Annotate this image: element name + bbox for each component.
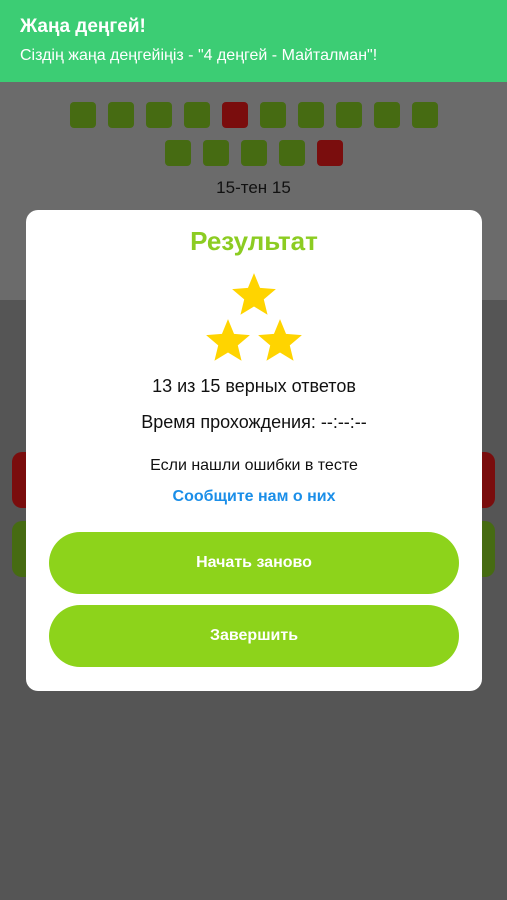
notification-message: Сіздің жаңа деңгейіңіз - "4 деңгей - Май… [20, 47, 378, 64]
progress-square-correct [183, 102, 210, 128]
score-text: 13 из 15 верных ответов [152, 376, 356, 396]
star-icon [258, 319, 302, 361]
report-errors-prompt: Если нашли ошибки в тесте [150, 457, 358, 474]
notification-banner[interactable]: Жаңа деңгей! Сіздің жаңа деңгейіңіз - "4… [0, 0, 507, 82]
result-modal: Результат 13 из 15 верных ответов Время … [26, 210, 482, 691]
progress-square-correct [145, 102, 172, 128]
progress-square-correct [164, 140, 191, 166]
progress-square-correct [278, 140, 305, 166]
progress-square-correct [411, 102, 438, 128]
progress-square-wrong [316, 140, 343, 166]
star-icon [232, 273, 276, 315]
progress-square-correct [373, 102, 400, 128]
completion-time: Время прохождения: --:--:-- [141, 412, 367, 432]
progress-square-correct [335, 102, 362, 128]
report-errors-link[interactable]: Сообщите нам о них [26, 488, 482, 506]
question-counter: 15-тен 15 [216, 178, 291, 197]
progress-square-correct [69, 102, 96, 128]
notification-title: Жаңа деңгей! [20, 16, 146, 37]
progress-square-wrong [221, 102, 248, 128]
star-icon [206, 319, 250, 361]
result-title: Результат [190, 226, 318, 256]
progress-square-correct [107, 102, 134, 128]
progress-square-correct [202, 140, 229, 166]
progress-square-correct [297, 102, 324, 128]
progress-row-2 [0, 140, 507, 166]
finish-button[interactable]: Завершить [49, 605, 459, 667]
progress-row-1 [0, 102, 507, 128]
progress-square-correct [240, 140, 267, 166]
restart-button[interactable]: Начать заново [49, 532, 459, 594]
progress-square-correct [259, 102, 286, 128]
